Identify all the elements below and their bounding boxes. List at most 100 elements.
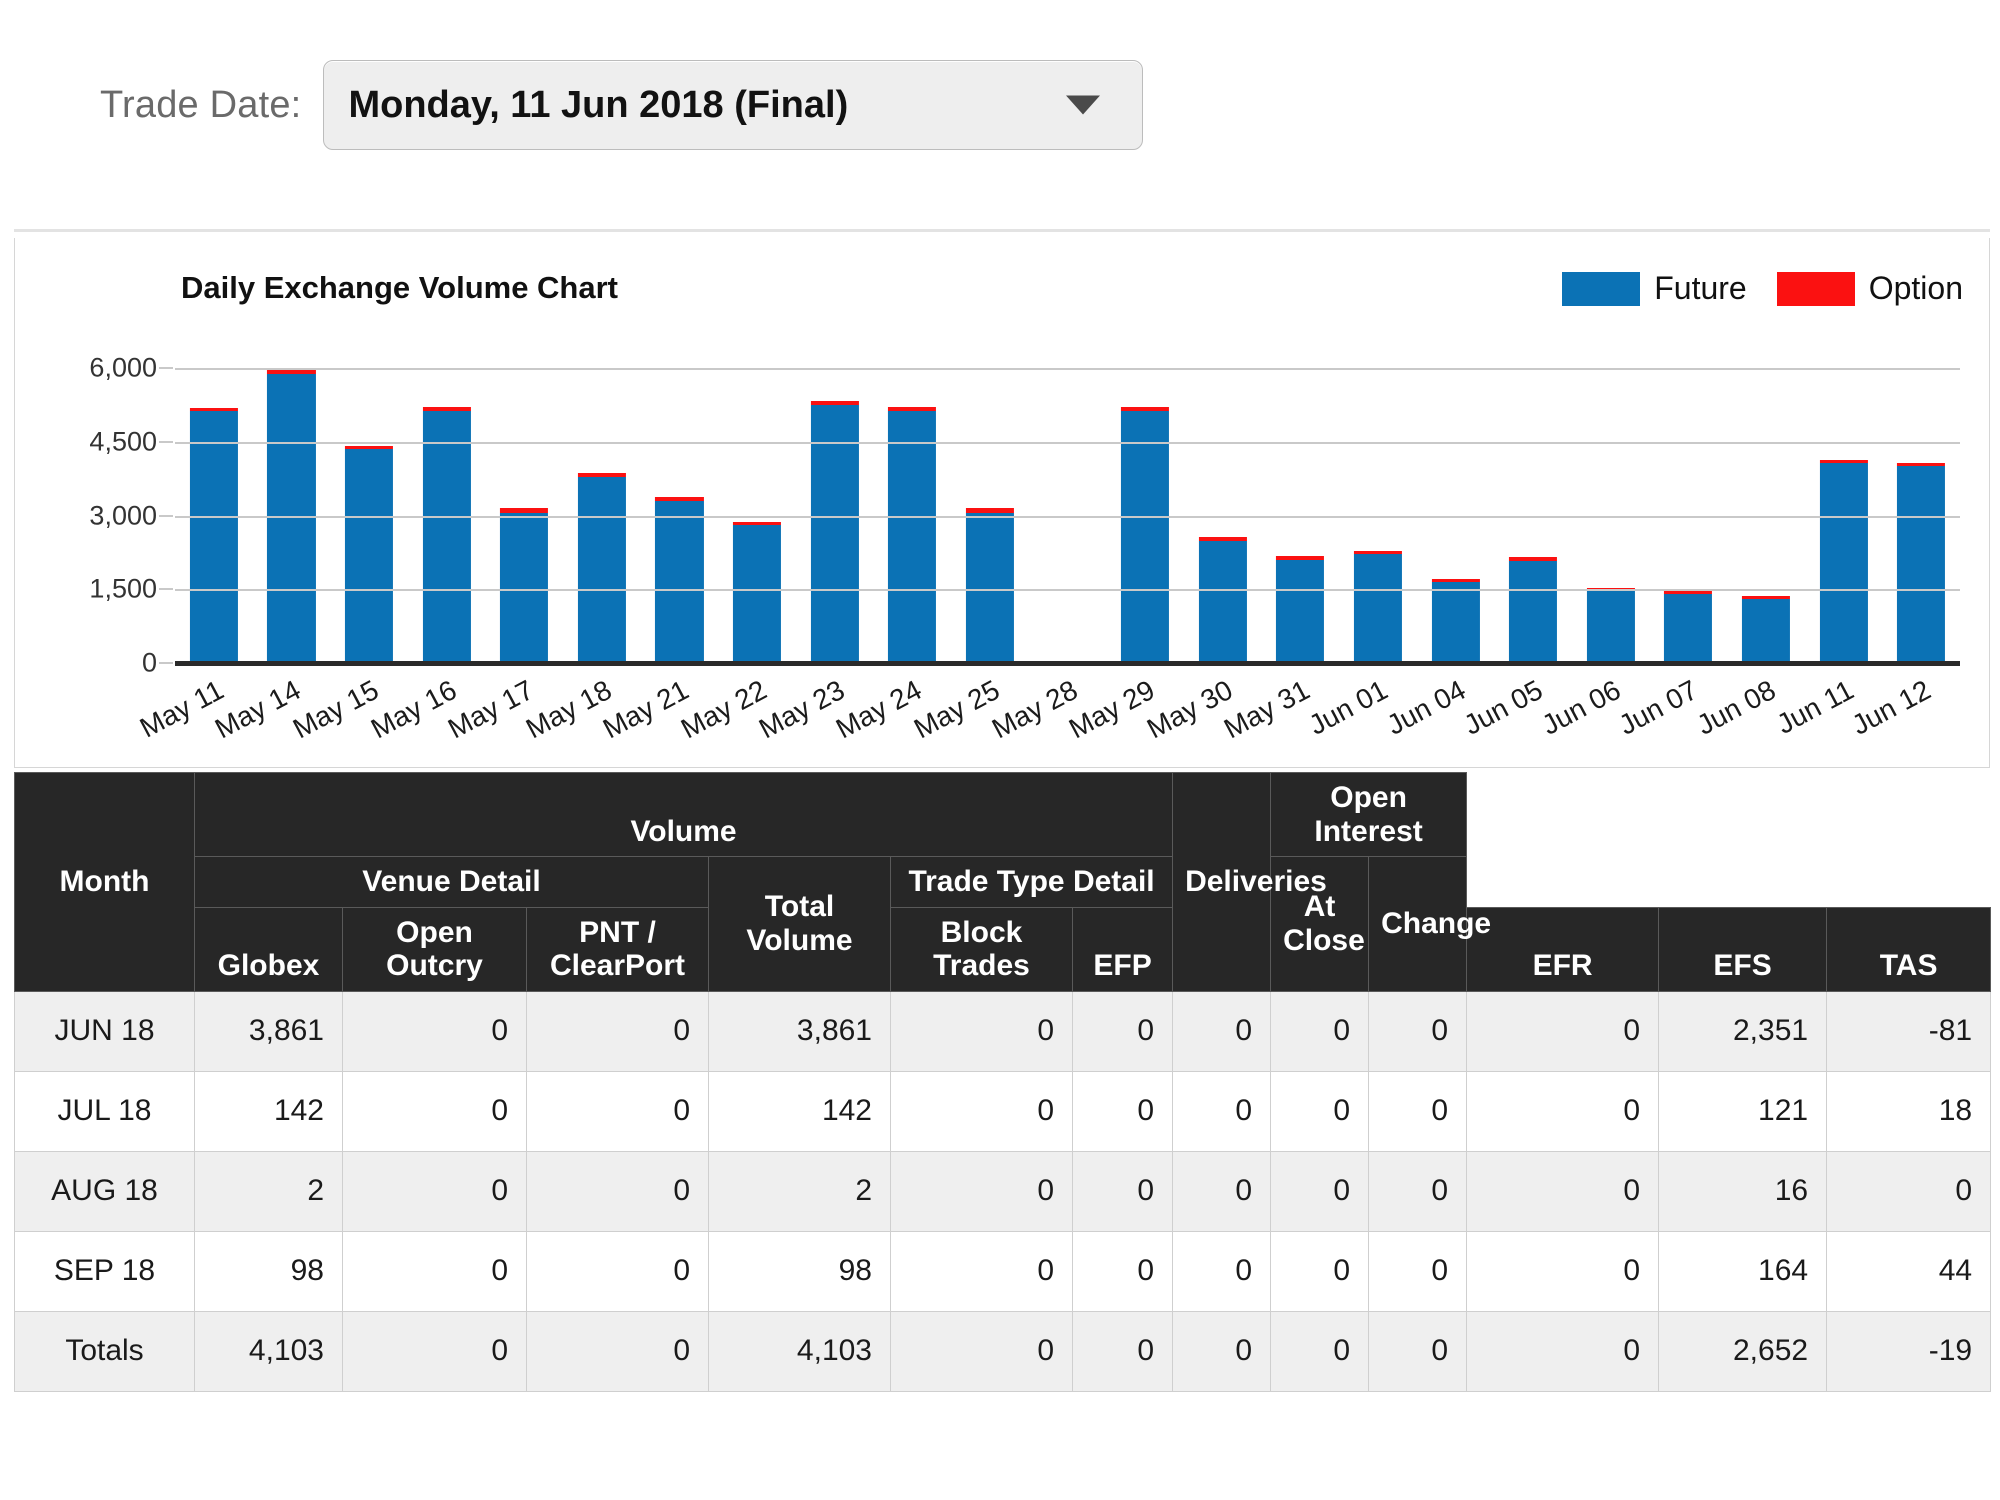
table-cell-efp: 0 (1071, 1230, 1174, 1312)
table-cell-atclose: 121 (1658, 1070, 1828, 1152)
trade-date-label: Trade Date: (100, 83, 302, 126)
th-open-outcry: Open Outcry (342, 906, 527, 992)
th-open-outcry-line2: Outcry (386, 949, 483, 983)
table-cell-total: 3,861 (708, 990, 891, 1072)
table-cell-efr: 0 (1172, 990, 1272, 1072)
table-cell-block: 0 (890, 1070, 1073, 1152)
table-cell-block: 0 (890, 1310, 1073, 1392)
legend-label: Option (1868, 270, 1963, 306)
trade-date-toolbar: Trade Date: Monday, 11 Jun 2018 (Final) (14, 0, 1990, 232)
chart-bar-segment-future (1509, 560, 1558, 663)
chart-bar[interactable] (1431, 579, 1480, 663)
chart-bar[interactable] (189, 408, 238, 663)
volume-table-body: JUN 18 3,861 0 0 3,861 0 0 0 0 0 0 2,351 -81 JUL 18 14… (14, 990, 1992, 1392)
volume-table: Month Volume Deliveries Open Interest Ve… (14, 771, 1992, 1392)
chevron-down-icon[interactable] (1066, 95, 1101, 115)
table-header-row-subgroups: Venue Detail Total Volume Trade Type Det… (15, 856, 1991, 992)
th-total-volume: Total Volume (708, 856, 891, 992)
table-cell-block: 0 (890, 990, 1073, 1072)
trade-date-select[interactable]: Monday, 11 Jun 2018 (Final) (323, 60, 1144, 150)
table-row-totals: Totals 4,103 0 0 4,103 0 0 0 0 0 0 2,652 -19 (14, 1310, 1992, 1392)
table-cell-change: 18 (1826, 1070, 1992, 1152)
table-header-row-columns: Globex Open Outcry PNT / ClearPort Block… (15, 906, 1992, 992)
table-row: JUN 18 3,861 0 0 3,861 0 0 0 0 0 0 2,351 -81 (14, 990, 1992, 1072)
chart-bar[interactable] (577, 472, 626, 663)
table-cell-globex: 3,861 (194, 990, 343, 1072)
chart-bar-segment-future (1741, 599, 1791, 663)
table-cell-total: 4,103 (708, 1310, 891, 1392)
chart-bar[interactable] (733, 522, 782, 663)
table-header-row-groups: Month Volume Deliveries Open Interest (14, 771, 1991, 992)
th-sub-trade-type-detail: Trade Type Detail (889, 856, 1174, 908)
chart-y-tick-mark (159, 588, 173, 591)
th-pnt-clearport-line2: ClearPort (549, 949, 686, 983)
table-cell-outcry: 0 (342, 1070, 527, 1152)
chart-gridline (175, 368, 1960, 370)
table-cell-total: 98 (708, 1230, 891, 1312)
chart-y-tick-mark (159, 440, 173, 443)
chart-bar[interactable] (1353, 550, 1402, 663)
chart-gridline (175, 515, 1960, 518)
chart-bar[interactable] (344, 446, 394, 663)
table-cell-efp: 0 (1071, 1310, 1174, 1392)
volume-table-wrap: Month Volume Deliveries Open Interest Ve… (14, 771, 1992, 1392)
table-cell-pnt: 0 (526, 1150, 709, 1232)
chart-bar-segment-future (422, 411, 471, 663)
chart-x-axis-line (175, 661, 1960, 666)
chart-y-tick-mark (159, 662, 173, 664)
table-cell-efr: 0 (1172, 1150, 1272, 1232)
chart-bar[interactable] (965, 507, 1014, 663)
chart-x-axis-labels: May 11 May 14 May 15 May 16 May 17 May 18 May … (135, 670, 1960, 765)
table-cell-atclose: 164 (1658, 1230, 1828, 1312)
table-cell-pnt: 0 (526, 990, 709, 1072)
chart-bar[interactable] (1897, 462, 1946, 663)
table-cell-deliv: 0 (1466, 990, 1660, 1072)
table-cell-tas: 0 (1368, 1150, 1468, 1232)
table-cell-tas: 0 (1368, 1230, 1468, 1312)
th-pnt-clearport-line1: PNT / (579, 915, 656, 949)
chart-bar-segment-future (888, 411, 937, 663)
chart-bar[interactable] (1819, 459, 1868, 663)
chart-gridline (175, 589, 1960, 592)
table-cell-efr: 0 (1172, 1070, 1272, 1152)
chart-gridline (175, 441, 1960, 444)
table-row: SEP 18 98 0 0 98 0 0 0 0 0 0 164 44 (14, 1230, 1992, 1312)
chart-bar[interactable] (1276, 555, 1325, 663)
chart-bar[interactable] (1509, 556, 1558, 663)
table-cell-efr: 0 (1172, 1230, 1272, 1312)
chart-bar[interactable] (1664, 591, 1713, 663)
table-cell-globex: 2 (194, 1150, 343, 1232)
table-cell-outcry: 0 (342, 1150, 527, 1232)
table-cell-change: 0 (1826, 1150, 1992, 1232)
th-block-trades-line1: Block (940, 915, 1023, 949)
table-cell-globex: 98 (194, 1230, 343, 1312)
legend-swatch-option-icon (1776, 271, 1855, 306)
legend-item-future[interactable]: Future (1562, 270, 1747, 307)
chart-bar[interactable] (1198, 536, 1247, 663)
legend-swatch-future-icon (1562, 271, 1641, 306)
page-bottom-edge (14, 1490, 1990, 1500)
chart-bar[interactable] (810, 401, 859, 663)
chart-bar[interactable] (1586, 588, 1635, 663)
chart-bar[interactable] (888, 407, 937, 663)
table-cell-efs: 0 (1270, 990, 1370, 1072)
chart-bar-segment-future (1431, 582, 1480, 663)
legend-item-option[interactable]: Option (1776, 270, 1963, 307)
volume-table-head: Month Volume Deliveries Open Interest Ve… (14, 771, 1992, 992)
chart-bar[interactable] (1741, 596, 1791, 663)
chart-title: Daily Exchange Volume Chart (181, 270, 618, 305)
table-cell-atclose: 2,351 (1658, 990, 1828, 1072)
chart-bar[interactable] (1121, 407, 1170, 663)
table-cell-efs: 0 (1270, 1070, 1370, 1152)
chart-bar[interactable] (422, 407, 471, 663)
daily-exchange-volume-chart-panel: Daily Exchange Volume Chart Future Option… (14, 238, 1990, 768)
table-cell-block: 0 (890, 1230, 1073, 1312)
chart-bar-segment-future (1121, 411, 1170, 663)
table-cell-month: Totals (14, 1310, 195, 1392)
chart-bar-segment-future (1664, 594, 1713, 663)
table-cell-efs: 0 (1270, 1230, 1370, 1312)
chart-bar[interactable] (500, 508, 549, 663)
table-cell-change: -81 (1826, 990, 1992, 1072)
chart-bar[interactable] (655, 497, 704, 663)
th-efp: EFP (1071, 906, 1174, 992)
